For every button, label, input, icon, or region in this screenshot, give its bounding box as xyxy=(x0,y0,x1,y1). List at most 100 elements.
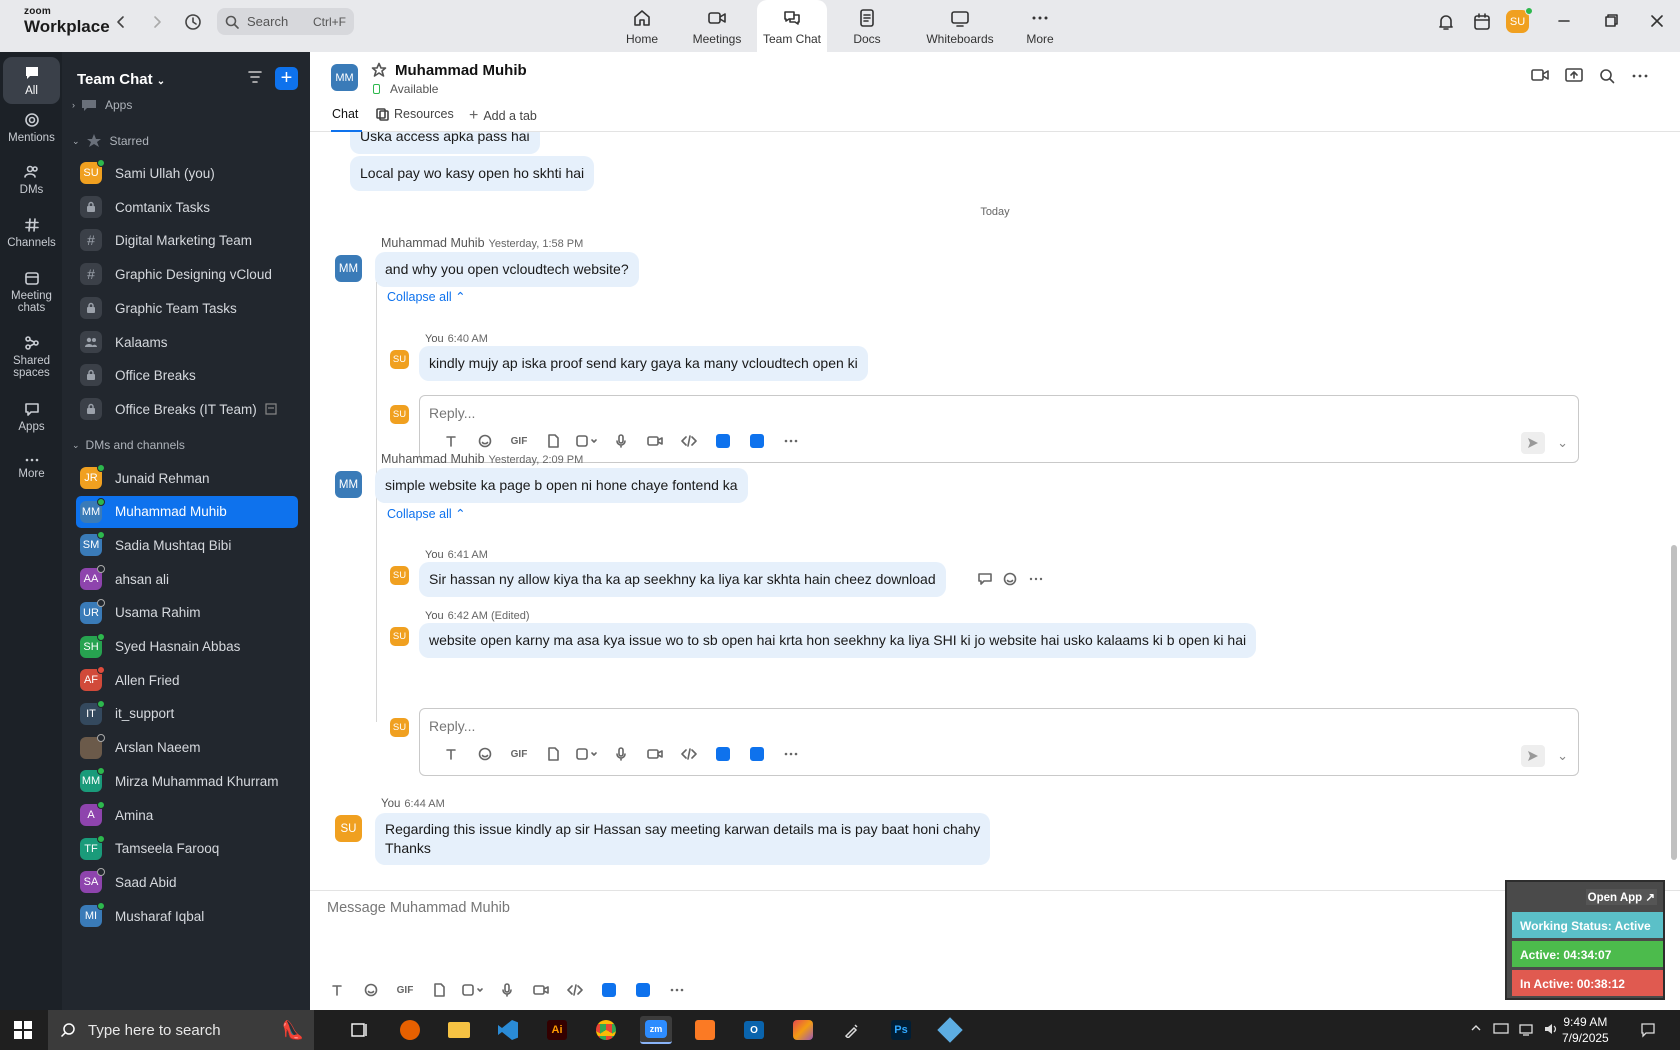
app-icon-1[interactable] xyxy=(706,747,740,761)
message-bubble[interactable]: Regarding this issue kindly ap sir Hassa… xyxy=(375,813,991,865)
microphone-icon[interactable] xyxy=(490,983,524,997)
taskbar-search[interactable]: Type here to search 👠 xyxy=(48,1010,314,1050)
rail-meeting-chats[interactable]: Meeting chats xyxy=(3,270,60,314)
search-icon[interactable] xyxy=(1599,68,1615,84)
section-starred[interactable]: ⌄ Starred xyxy=(72,133,149,149)
illustrator-icon[interactable]: Ai xyxy=(541,1016,573,1044)
emoji-icon[interactable] xyxy=(468,747,502,761)
reply-bubble[interactable]: website open karny ma asa kya issue wo t… xyxy=(419,623,1257,658)
star-outline-icon[interactable] xyxy=(371,62,387,78)
maximize-icon[interactable] xyxy=(1604,14,1618,28)
vscode-icon[interactable] xyxy=(492,1016,524,1044)
reply-bubble[interactable]: Sir hassan ny allow kiya tha ka ap seekh… xyxy=(419,562,946,597)
app-icon-1[interactable] xyxy=(592,983,626,997)
rail-dms[interactable]: DMs xyxy=(3,164,60,196)
add-reaction-icon[interactable] xyxy=(1003,572,1019,586)
creative-cloud-icon[interactable] xyxy=(787,1016,819,1044)
user-avatar[interactable]: SU xyxy=(1506,7,1533,33)
filter-icon[interactable] xyxy=(247,70,263,84)
collapse-all-link[interactable]: Collapse all ⌃ xyxy=(387,506,466,521)
sidebar-item-dm[interactable]: SM Sadia Mushtaq Bibi xyxy=(76,529,298,561)
xampp-icon[interactable] xyxy=(689,1016,721,1044)
file-icon[interactable] xyxy=(422,983,456,997)
more-tools-icon[interactable] xyxy=(774,439,808,443)
tab-resources[interactable]: Resources xyxy=(376,107,454,121)
search-input[interactable]: Search Ctrl+F xyxy=(217,8,354,35)
rail-more[interactable]: More xyxy=(3,456,60,480)
format-text-icon[interactable] xyxy=(320,984,354,996)
sidebar-title[interactable]: Team Chat ⌄ xyxy=(77,71,165,88)
message-bubble[interactable]: Local pay wo kasy open ho skhti hai xyxy=(350,156,595,191)
sidebar-item-dm[interactable]: IT it_support xyxy=(76,698,298,730)
reply-input[interactable]: Reply... GIF ⌄ xyxy=(419,708,1579,776)
video-message-icon[interactable] xyxy=(524,984,558,996)
collapse-all-link[interactable]: Collapse all ⌃ xyxy=(387,289,466,304)
code-icon[interactable] xyxy=(672,748,706,760)
section-apps[interactable]: › Apps xyxy=(72,98,132,112)
avatar[interactable]: SU xyxy=(335,815,362,842)
sidebar-item-dm[interactable]: A Amina xyxy=(76,799,298,831)
tab-chat[interactable]: Chat xyxy=(332,107,358,121)
microphone-icon[interactable] xyxy=(604,747,638,761)
file-explorer-icon[interactable] xyxy=(443,1016,475,1044)
gif-icon[interactable]: GIF xyxy=(502,749,536,760)
reply-bubble[interactable]: kindly mujy ap iska proof send kary gaya… xyxy=(419,346,868,381)
rail-channels[interactable]: Channels xyxy=(3,217,60,249)
reply-thread-icon[interactable] xyxy=(977,572,993,586)
tab-home[interactable]: Home xyxy=(607,0,677,52)
screenshot-icon[interactable] xyxy=(456,983,490,997)
network-icon[interactable] xyxy=(1518,1022,1534,1036)
tray-chevron-up-icon[interactable] xyxy=(1470,1022,1482,1034)
scrollbar-thumb[interactable] xyxy=(1671,545,1677,860)
firefox-icon[interactable] xyxy=(394,1016,426,1044)
tab-meetings[interactable]: Meetings xyxy=(682,0,752,52)
video-message-icon[interactable] xyxy=(638,435,672,447)
reply-input[interactable]: Reply... GIF ⌄ xyxy=(419,395,1579,463)
notifications-icon[interactable] xyxy=(1640,1022,1656,1038)
app-icon-2[interactable] xyxy=(740,434,774,448)
file-icon[interactable] xyxy=(536,747,570,761)
message-bubble[interactable]: Uska access apka pass hai xyxy=(350,132,540,154)
screenshot-icon[interactable] xyxy=(570,434,604,448)
rail-all[interactable]: All xyxy=(3,57,60,104)
more-tools-icon[interactable] xyxy=(660,988,694,992)
code-icon[interactable] xyxy=(558,984,592,996)
send-options-chevron-icon[interactable]: ⌄ xyxy=(1557,748,1568,764)
sidebar-item-graphic-designing[interactable]: # Graphic Designing vCloud xyxy=(76,258,298,290)
contact-avatar[interactable]: MM xyxy=(331,64,358,91)
sidebar-item-dm[interactable]: TF Tamseela Farooq xyxy=(76,833,298,865)
format-text-icon[interactable] xyxy=(434,748,468,760)
windows-start-icon[interactable] xyxy=(14,1021,32,1039)
more-options-icon[interactable] xyxy=(1632,74,1648,78)
avatar[interactable]: SU xyxy=(390,627,409,646)
sidebar-item-dm[interactable]: MM Muhammad Muhib xyxy=(76,495,298,528)
sidebar-item-dm[interactable]: MI Musharaf Iqbal xyxy=(76,900,298,932)
video-call-icon[interactable] xyxy=(1531,68,1549,82)
bell-icon[interactable] xyxy=(1436,12,1456,32)
send-icon[interactable] xyxy=(1521,432,1546,454)
share-screen-icon[interactable] xyxy=(1565,68,1583,82)
code-icon[interactable] xyxy=(672,435,706,447)
open-app-button[interactable]: Open App ↗ xyxy=(1585,889,1657,905)
zoom-app-icon[interactable]: zm xyxy=(640,1016,672,1044)
contact-name[interactable]: Muhammad Muhib xyxy=(395,62,527,79)
chrome-icon[interactable] xyxy=(590,1016,622,1044)
video-message-icon[interactable] xyxy=(638,748,672,760)
sidebar-item-dm[interactable]: SH Syed Hasnain Abbas xyxy=(76,631,298,663)
message-composer[interactable]: Message Muhammad Muhib GIF xyxy=(310,890,1680,1010)
sidebar-item-office-breaks[interactable]: Office Breaks xyxy=(76,359,298,391)
outlook-icon[interactable]: O xyxy=(738,1016,770,1044)
microphone-icon[interactable] xyxy=(604,434,638,448)
rail-mentions[interactable]: Mentions xyxy=(3,112,60,144)
tray-device-icon[interactable] xyxy=(1493,1022,1509,1036)
minimize-icon[interactable] xyxy=(1557,14,1571,28)
sidebar-item-sami-ullah[interactable]: SU Sami Ullah (you) xyxy=(76,157,298,189)
forward-arrow-icon[interactable] xyxy=(150,14,164,30)
rail-apps[interactable]: Apps xyxy=(3,401,60,433)
history-icon[interactable] xyxy=(183,12,203,32)
tab-team-chat[interactable]: Team Chat xyxy=(757,0,827,52)
emoji-icon[interactable] xyxy=(354,983,388,997)
app-diamond-icon[interactable] xyxy=(934,1016,966,1044)
sidebar-item-digital-marketing[interactable]: # Digital Marketing Team xyxy=(76,224,298,256)
sidebar-item-kalaams[interactable]: Kalaams xyxy=(76,326,298,358)
